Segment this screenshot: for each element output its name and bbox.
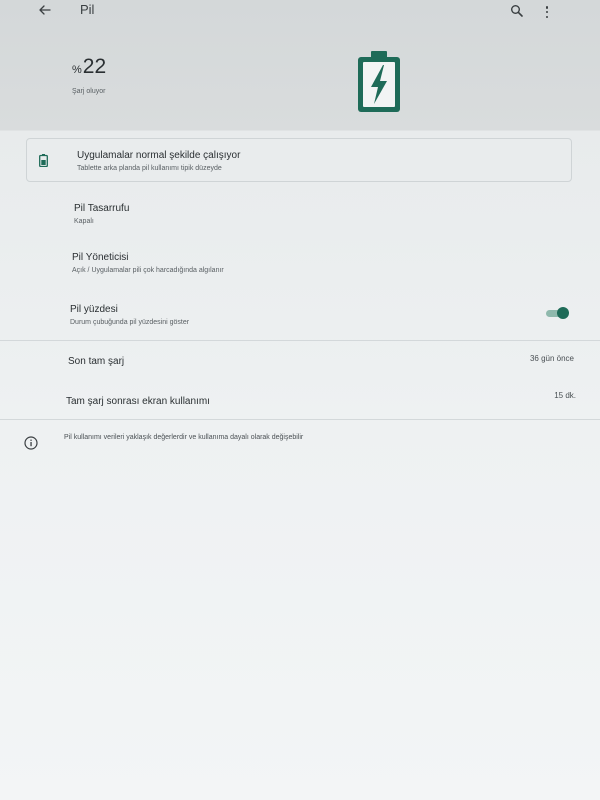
app-status-card[interactable]: Uygulamalar normal şekilde çalışıyor Tab… bbox=[26, 138, 572, 182]
back-button[interactable] bbox=[34, 0, 56, 20]
battery-percentage-row[interactable]: Pil yüzdesi Durum çubuğunda pil yüzdesin… bbox=[0, 298, 600, 338]
card-subtitle: Tablette arka planda pil kullanımı tipik… bbox=[77, 165, 222, 172]
search-icon bbox=[511, 5, 523, 17]
info-icon bbox=[24, 436, 38, 450]
battery-percentage-toggle[interactable] bbox=[544, 307, 570, 319]
app-bar: Pil bbox=[0, 0, 600, 26]
last-full-charge-row: Son tam şarj 36 gün önce bbox=[0, 350, 600, 376]
battery-percentage-description: Durum çubuğunda pil yüzdesini göster bbox=[70, 319, 190, 326]
battery-manager-row[interactable]: Pil Yöneticisi Açık / Uygulamalar pili ç… bbox=[0, 246, 600, 286]
percent-sign: % bbox=[72, 64, 82, 76]
battery-manager-status: Açık / Uygulamalar pili çok harcadığında… bbox=[72, 267, 224, 274]
usage-disclaimer: Pil kullanımı verileri yaklaşık değerler… bbox=[64, 434, 304, 441]
battery-saver-title: Pil Tasarrufu bbox=[74, 203, 130, 214]
battery-manager-title: Pil Yöneticisi bbox=[72, 252, 129, 263]
battery-level-value: 22 bbox=[82, 55, 107, 78]
toggle-thumb bbox=[557, 307, 569, 319]
more-vert-dot bbox=[545, 10, 549, 14]
battery-icon bbox=[39, 154, 48, 167]
battery-charging-icon bbox=[358, 51, 400, 112]
battery-level: % 22 bbox=[72, 55, 106, 79]
battery-saver-row[interactable]: Pil Tasarrufu Kapalı bbox=[0, 196, 600, 236]
footer-divider bbox=[0, 419, 600, 420]
last-full-charge-value: 36 gün önce bbox=[529, 354, 574, 363]
more-vert-icon bbox=[545, 6, 549, 9]
more-options-button[interactable] bbox=[540, 4, 554, 20]
search-button[interactable] bbox=[510, 4, 526, 20]
screen-usage-value: 15 dk. bbox=[554, 391, 576, 400]
battery-saver-status: Kapalı bbox=[74, 218, 94, 225]
card-title: Uygulamalar normal şekilde çalışıyor bbox=[77, 150, 241, 161]
more-vert-dot bbox=[545, 15, 549, 18]
battery-settings-screen: Pil % 22 Şarj oluyor Uygulamalar normal … bbox=[0, 0, 600, 800]
screen-usage-row: Tam şarj sonrası ekran kullanımı 15 dk. bbox=[0, 388, 600, 414]
battery-percentage-title: Pil yüzdesi bbox=[70, 304, 118, 315]
section-divider bbox=[0, 340, 600, 341]
last-full-charge-title: Son tam şarj bbox=[68, 356, 125, 367]
page-title: Pil bbox=[80, 2, 95, 17]
charging-status: Şarj oluyor bbox=[72, 88, 106, 95]
screen-usage-title: Tam şarj sonrası ekran kullanımı bbox=[66, 396, 210, 407]
arrow-back-icon bbox=[39, 5, 51, 15]
